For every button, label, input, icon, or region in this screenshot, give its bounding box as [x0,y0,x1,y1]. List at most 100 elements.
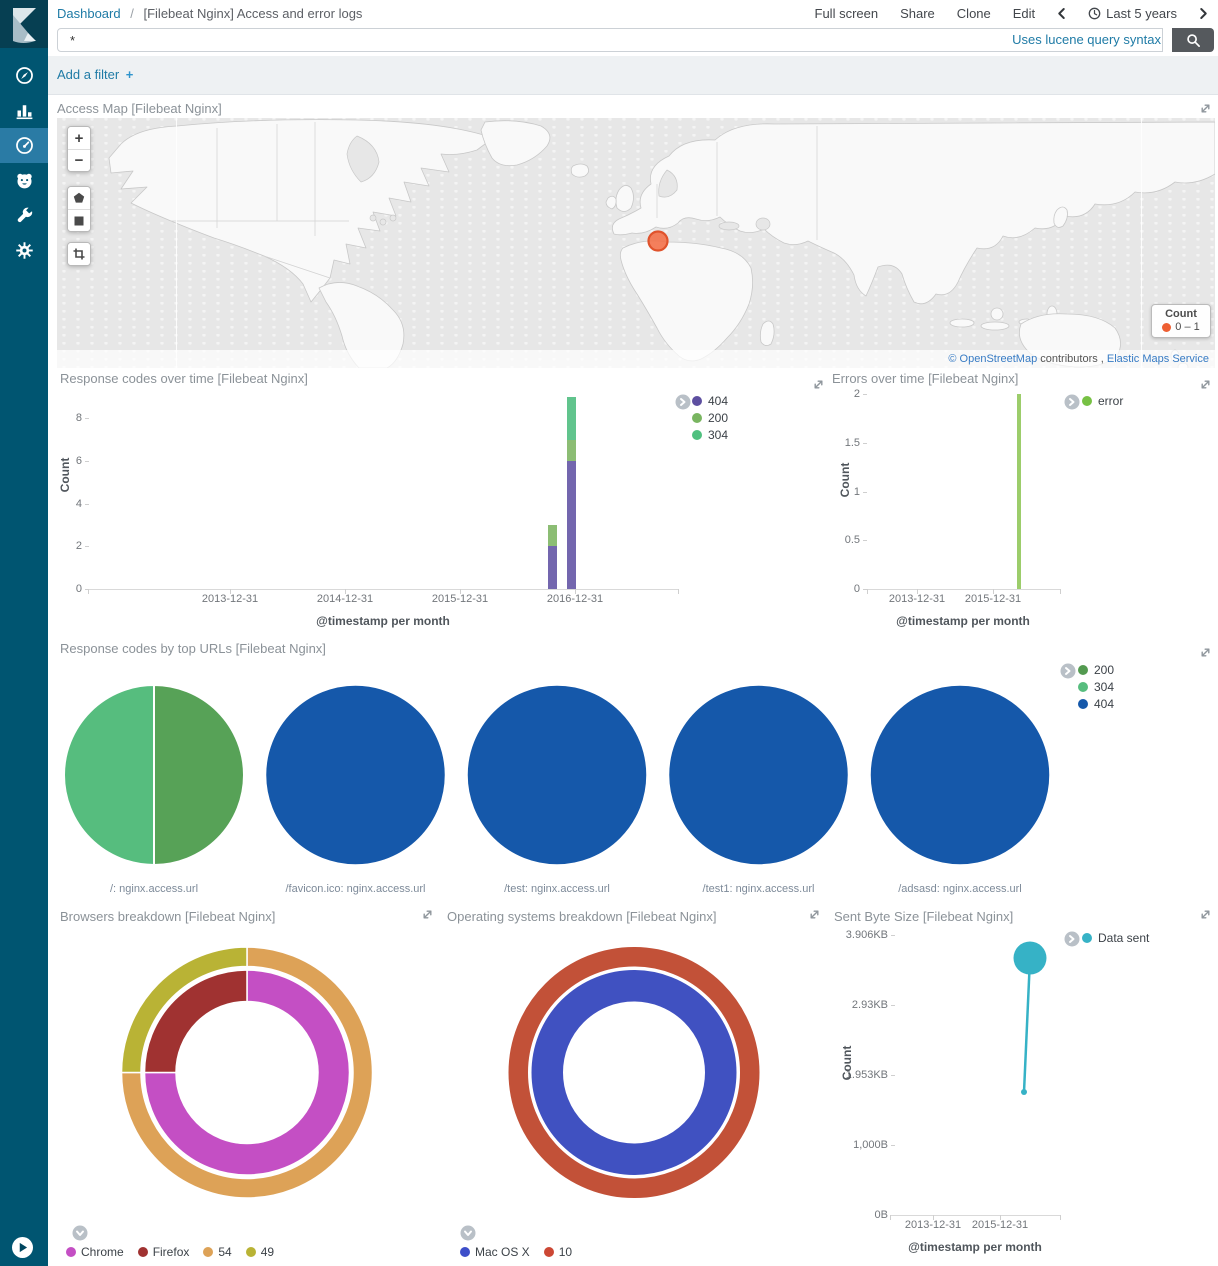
pie-slice-404 [870,685,1050,865]
expand-panel-icon[interactable] [421,908,434,921]
donut-segment-Mac OS X [547,986,721,1160]
play-icon [17,1242,28,1253]
y-tick-mark [85,504,89,505]
legend-item[interactable]: 404 [692,394,728,408]
top-urls-pie-charts[interactable] [57,658,1215,898]
legend-label: 54 [218,1245,231,1259]
panel-title-response-codes: Response codes over time [Filebeat Nginx… [60,371,308,386]
operating-systems-donut-chart[interactable] [504,947,764,1207]
y-tick-label: 2 [56,540,82,552]
openstreetmap-link[interactable]: © OpenStreetMap [948,353,1037,365]
menu-share[interactable]: Share [900,6,935,21]
panel-title-top-urls: Response codes by top URLs [Filebeat Ngi… [60,641,326,656]
expand-panel-icon[interactable] [1199,908,1212,921]
bar-segment-200[interactable] [548,525,557,546]
legend-item[interactable]: 304 [692,428,728,442]
geo-point-marker [649,232,668,251]
browsers-donut-chart[interactable] [117,947,377,1207]
search-input[interactable] [57,28,1163,52]
x-tick-mark [575,589,576,594]
x-axis-title: @timestamp per month [875,1240,1075,1254]
time-range-label: Last 5 years [1106,6,1177,21]
attribution-text: contributors , [1037,353,1107,365]
zoom-in-button[interactable]: + [68,127,90,149]
y-axis-title: Count [838,415,852,545]
sidebar-item-visualize[interactable] [0,93,48,128]
y-tick-label: 0 [56,583,82,595]
collapse-sidebar-button[interactable] [12,1237,33,1258]
sidebar-item-management[interactable] [0,233,48,268]
search-button[interactable] [1172,28,1214,52]
zoom-out-button[interactable]: − [68,149,90,171]
kibana-logo[interactable] [0,0,48,48]
access-map[interactable]: + − Count 0 – 1 © OpenStreetMap contribu… [57,118,1215,368]
y-tick-mark [863,492,867,493]
legend-item[interactable]: 49 [246,1245,274,1259]
y-tick-label: 6 [56,455,82,467]
menu-full-screen[interactable]: Full screen [815,6,879,21]
expand-panel-icon[interactable] [808,908,821,921]
legend-toggle-icon[interactable] [675,394,691,410]
legend-item[interactable]: 54 [203,1245,231,1259]
sidebar-item-dev-tools[interactable] [0,198,48,233]
filter-bar: Add a filter + [48,56,1218,95]
expand-panel-icon[interactable] [1199,102,1212,115]
expand-panel-icon[interactable] [1199,378,1212,391]
x-tick-mark [867,589,868,594]
time-back-button[interactable] [1057,7,1066,20]
legend-toggle-icon[interactable] [1064,394,1080,410]
query-bar: Uses lucene query syntax [48,27,1218,56]
expand-panel-icon[interactable] [812,378,825,391]
bar-segment-404[interactable] [548,546,557,589]
map-attribution: © OpenStreetMap contributors , Elastic M… [57,350,1215,368]
y-tick-mark [85,461,89,462]
x-tick-label: 2015-12-31 [953,593,1033,605]
fit-data-bounds-button[interactable] [68,243,90,265]
bar-segment-error[interactable] [1017,394,1021,589]
legend-item[interactable]: Chrome [66,1245,124,1259]
breadcrumb-dashboard-link[interactable]: Dashboard [57,6,121,21]
draw-polygon-button[interactable] [68,187,90,209]
x-tick-mark [460,589,461,594]
chevron-right-icon [1199,7,1208,20]
sent-bytes-line-chart[interactable] [880,930,1100,1230]
breadcrumb-separator: / [130,6,134,21]
legend-item[interactable]: Mac OS X [460,1245,530,1259]
bar-segment-404[interactable] [567,461,576,589]
sidebar-item-dashboard[interactable] [0,128,48,163]
draw-rectangle-button[interactable] [68,209,90,231]
legend-item[interactable]: 200 [692,411,728,425]
legend-label: 49 [261,1245,274,1259]
bar-segment-200[interactable] [567,440,576,461]
legend-dot [203,1247,213,1257]
pie-slice-404 [266,685,446,865]
app-sidebar [0,0,48,1266]
panel-title-browsers: Browsers breakdown [Filebeat Nginx] [60,909,275,924]
time-picker[interactable]: Last 5 years [1088,6,1177,21]
legend-label: 10 [559,1245,572,1259]
sidebar-item-discover[interactable] [0,58,48,93]
legend-item[interactable]: Firefox [138,1245,190,1259]
menu-edit[interactable]: Edit [1013,6,1035,21]
x-tick-mark [678,589,679,594]
elastic-maps-link[interactable]: Elastic Maps Service [1107,353,1209,365]
x-axis-line [88,589,678,590]
legend-item[interactable]: 10 [544,1245,572,1259]
legend-toggle-icon[interactable] [72,1225,88,1241]
time-forward-button[interactable] [1199,7,1208,20]
gauge-icon [14,135,35,156]
x-tick-label: 2014-12-31 [305,593,385,605]
legend-item[interactable]: Data sent [1082,931,1149,945]
legend-dot [66,1247,76,1257]
bar-segment-304[interactable] [567,397,576,440]
legend-toggle-icon[interactable] [460,1225,476,1241]
map-legend-range: 0 – 1 [1175,321,1199,333]
y-tick-label: 0.5 [830,534,860,546]
legend-dot [460,1247,470,1257]
add-filter-link[interactable]: Add a filter + [57,67,133,82]
map-legend: Count 0 – 1 [1151,304,1211,338]
sidebar-item-monitoring[interactable] [0,163,48,198]
menu-clone[interactable]: Clone [957,6,991,21]
legend-item[interactable]: error [1082,394,1123,408]
lucene-syntax-link[interactable]: Uses lucene query syntax [1012,32,1161,47]
